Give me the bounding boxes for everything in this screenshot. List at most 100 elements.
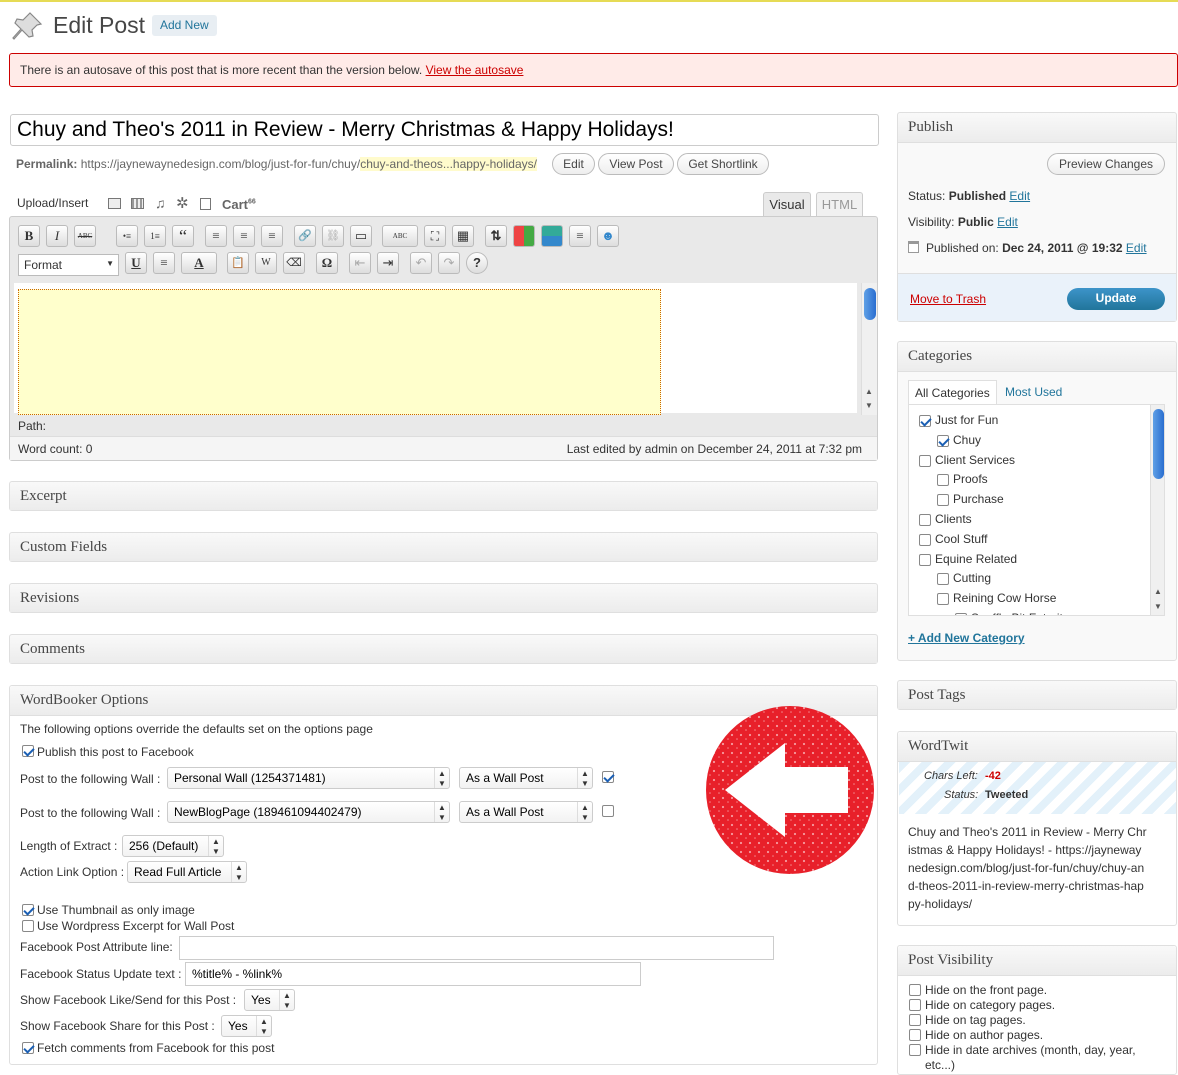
category-scrollbar[interactable]: ▲ ▼ <box>1150 405 1164 615</box>
text-color-button[interactable]: A <box>181 252 217 274</box>
add-audio-icon[interactable]: ♫ <box>155 195 166 211</box>
fullscreen-button[interactable]: ⛶ <box>424 225 446 247</box>
like-send-select[interactable]: Yes ▲ ▼ <box>244 989 295 1011</box>
kitchen-sink-button[interactable]: ▦ <box>452 225 474 247</box>
category-checkbox[interactable] <box>919 553 931 566</box>
sort-arrows-icon[interactable]: ⇅ <box>485 225 507 247</box>
edit-status-link[interactable]: Edit <box>1009 189 1030 203</box>
italic-button[interactable]: I <box>46 225 68 247</box>
get-shortlink-button[interactable]: Get Shortlink <box>677 153 769 175</box>
align-left-button[interactable]: ≡ <box>205 225 227 247</box>
wall2-type-select[interactable]: As a Wall Post ▲ ▼ <box>459 801 593 823</box>
tab-most-used[interactable]: Most Used <box>999 380 1068 404</box>
share-select[interactable]: Yes ▲ ▼ <box>221 1015 272 1037</box>
permalink-slug[interactable]: chuy-and-theos...happy-holidays/ <box>360 157 537 171</box>
unlink-button[interactable]: ⛓ <box>322 225 344 247</box>
wall1-checkbox[interactable] <box>602 771 614 783</box>
post-tags-title[interactable]: Post Tags <box>898 681 1176 709</box>
edit-permalink-button[interactable]: Edit <box>552 153 595 175</box>
editor-scrollbar[interactable]: ▲ ▼ <box>861 283 877 415</box>
publish-fb-checkbox[interactable] <box>22 745 34 757</box>
spellcheck-button[interactable]: ABC <box>382 225 418 247</box>
blockquote-button[interactable]: “ <box>172 225 194 247</box>
undo-button[interactable]: ↶ <box>410 252 432 274</box>
category-checkbox[interactable] <box>937 474 949 487</box>
outdent-button[interactable]: ⇤ <box>349 252 371 274</box>
publish-title[interactable]: Publish <box>898 113 1176 143</box>
paste-text-button[interactable]: 📋 <box>227 252 249 274</box>
help-button[interactable]: ? <box>466 252 488 274</box>
category-checkbox[interactable] <box>919 533 931 546</box>
scroll-up-icon[interactable]: ▲ <box>865 387 873 396</box>
view-autosave-link[interactable]: View the autosave <box>426 63 524 77</box>
category-checkbox[interactable] <box>919 514 931 526</box>
insert-link-button[interactable]: 🔗 <box>294 225 316 247</box>
visibility-checkbox[interactable] <box>909 1029 921 1041</box>
custom-fields-panel[interactable]: Custom Fields <box>9 532 878 562</box>
scroll-down-icon[interactable]: ▼ <box>865 401 873 410</box>
comments-panel[interactable]: Comments <box>9 634 878 664</box>
wp-excerpt-checkbox[interactable] <box>22 920 34 932</box>
lines-icon[interactable]: ≡ <box>569 225 591 247</box>
scroll-up-icon[interactable]: ▲ <box>1154 587 1162 596</box>
category-checkbox[interactable] <box>919 454 931 467</box>
paste-word-button[interactable]: W <box>255 252 277 274</box>
strikethrough-button[interactable]: ABC <box>74 225 96 247</box>
align-center-button[interactable]: ≡ <box>233 225 255 247</box>
visibility-checkbox[interactable] <box>909 1044 921 1056</box>
edit-date-link[interactable]: Edit <box>1126 241 1147 255</box>
add-new-category-link[interactable]: + Add New Category <box>908 631 1025 645</box>
add-image-icon[interactable] <box>108 198 121 209</box>
remove-format-button[interactable]: ⌫ <box>283 252 305 274</box>
add-new-button[interactable]: Add New <box>152 15 217 36</box>
format-select[interactable]: Format ▼ <box>18 254 119 276</box>
tab-html[interactable]: HTML <box>816 192 863 217</box>
bullet-list-button[interactable]: •≡ <box>116 225 138 247</box>
thumb-only-checkbox[interactable] <box>22 904 34 916</box>
indent-button[interactable]: ⇥ <box>377 252 399 274</box>
custom-fields-title[interactable]: Custom Fields <box>10 533 877 561</box>
tab-visual[interactable]: Visual <box>763 192 811 217</box>
tab-all-categories[interactable]: All Categories <box>908 380 997 404</box>
extract-select[interactable]: 256 (Default) ▲ ▼ <box>122 835 224 857</box>
justify-button[interactable]: ≡ <box>153 252 175 274</box>
wall1-type-select[interactable]: As a Wall Post ▲ ▼ <box>459 767 593 789</box>
bold-button[interactable]: B <box>18 225 40 247</box>
category-checkbox[interactable] <box>919 415 931 427</box>
wall2-select[interactable]: NewBlogPage (189461094402479) ▲ ▼ <box>167 801 450 823</box>
excerpt-panel[interactable]: Excerpt <box>9 481 878 511</box>
excerpt-title[interactable]: Excerpt <box>10 482 877 510</box>
align-right-button[interactable]: ≡ <box>261 225 283 247</box>
tweet-text[interactable]: Chuy and Theo's 2011 in Review - Merry C… <box>908 823 1148 913</box>
fetch-comments-checkbox[interactable] <box>22 1042 34 1054</box>
edit-visibility-link[interactable]: Edit <box>997 215 1018 229</box>
cart-button[interactable]: Cart66 <box>222 197 256 212</box>
layers-icon[interactable] <box>541 225 563 247</box>
scroll-down-icon[interactable]: ▼ <box>1154 602 1162 611</box>
user-icon[interactable]: ☻ <box>597 225 619 247</box>
wall2-checkbox[interactable] <box>602 805 614 817</box>
update-button[interactable]: Update <box>1067 288 1165 310</box>
category-checkbox[interactable] <box>937 573 949 586</box>
underline-button[interactable]: U <box>125 252 147 274</box>
move-to-trash-link[interactable]: Move to Trash <box>910 292 986 306</box>
status-text-input[interactable] <box>185 962 641 986</box>
post-tags-panel[interactable]: Post Tags <box>897 680 1177 710</box>
action-link-select[interactable]: Read Full Article ▲ ▼ <box>127 861 247 883</box>
view-post-button[interactable]: View Post <box>598 153 674 175</box>
category-checkbox[interactable] <box>937 494 949 507</box>
comments-title[interactable]: Comments <box>10 635 877 663</box>
category-scroll-thumb[interactable] <box>1153 409 1164 479</box>
category-checkbox[interactable] <box>955 613 967 615</box>
add-form-icon[interactable] <box>200 198 211 210</box>
visibility-checkbox[interactable] <box>909 984 921 996</box>
visibility-checkbox[interactable] <box>909 1014 921 1026</box>
categories-title[interactable]: Categories <box>898 342 1176 372</box>
add-video-icon[interactable] <box>131 198 144 209</box>
post-visibility-title[interactable]: Post Visibility <box>898 946 1176 976</box>
insert-more-button[interactable]: ▭ <box>350 225 372 247</box>
special-char-button[interactable]: Ω <box>316 252 338 274</box>
numbered-list-button[interactable]: 1≡ <box>144 225 166 247</box>
wall1-select[interactable]: Personal Wall (1254371481) ▲ ▼ <box>167 767 450 789</box>
post-title-input[interactable] <box>10 114 879 146</box>
